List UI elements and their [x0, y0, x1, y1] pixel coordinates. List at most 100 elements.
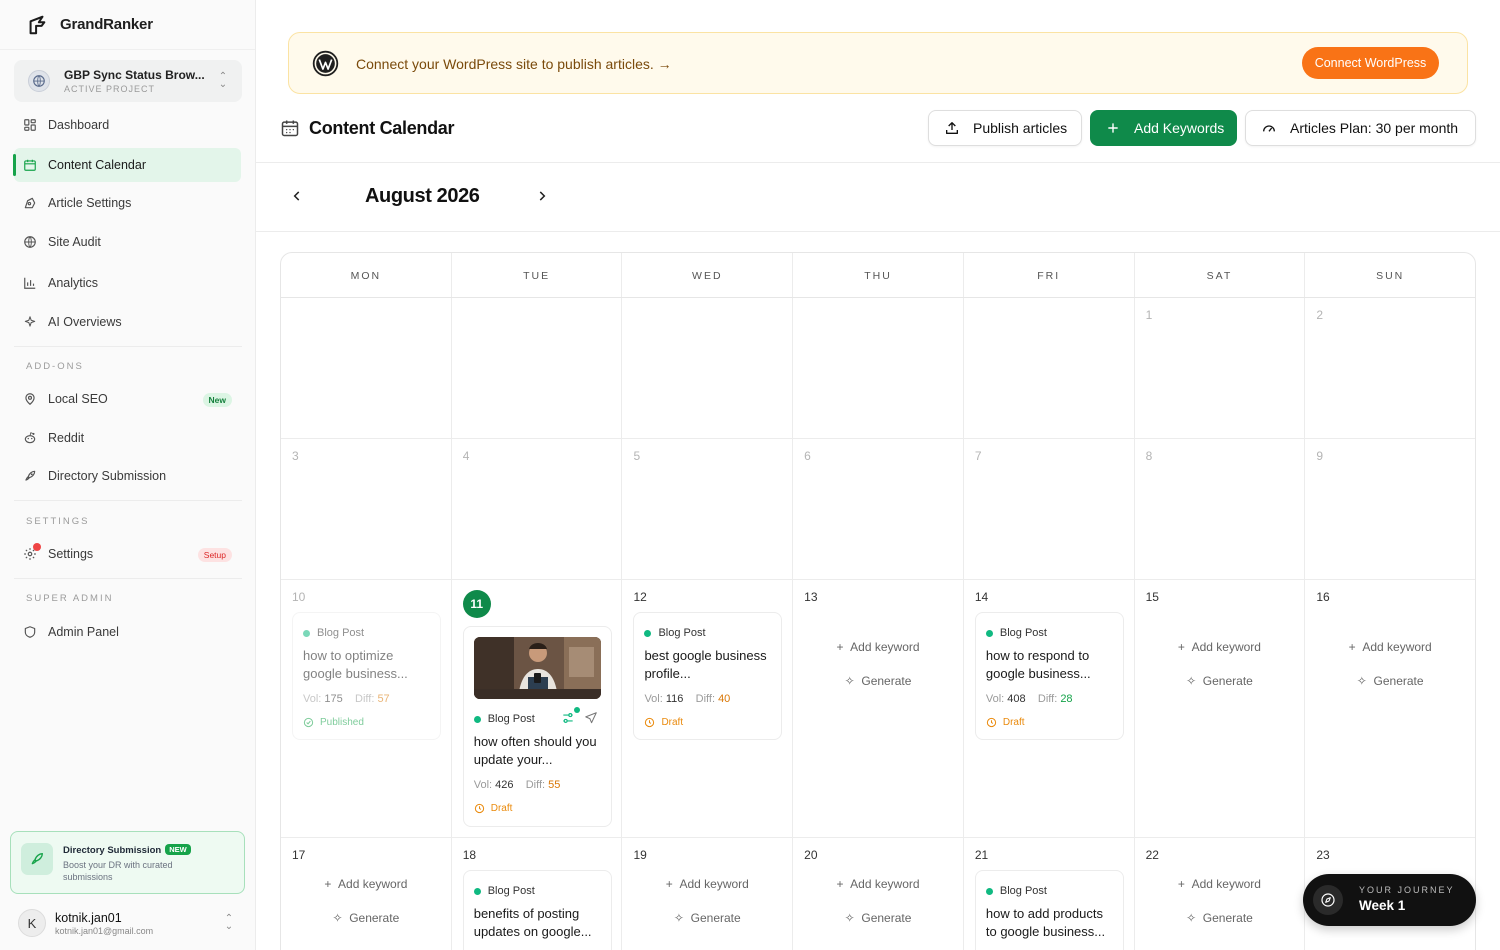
status-label: Published — [320, 717, 364, 728]
calendar-icon — [22, 157, 38, 173]
calendar-day[interactable]: 7 — [964, 439, 1135, 579]
diff-value: 57 — [377, 693, 390, 705]
post-card[interactable]: Blog Post how often should you update yo… — [462, 626, 612, 827]
publish-articles-button[interactable]: Publish articles — [928, 110, 1082, 146]
sparkle-icon: ✧ — [1186, 674, 1197, 688]
day-number: 20 — [804, 848, 818, 862]
sidebar-item-admin-panel[interactable]: Admin Panel — [14, 615, 241, 649]
promo-description: Boost your DR with curated submissions — [63, 860, 173, 882]
post-type: Blog Post — [473, 713, 535, 725]
promo-card-directory-submission[interactable]: Directory Submission NEW Boost your DR wi… — [10, 831, 245, 894]
post-thumbnail — [473, 637, 601, 699]
project-switcher[interactable]: GBP Sync Status Brow... ACTIVE PROJECT ⌃… — [14, 60, 242, 102]
sidebar-item-directory-submission[interactable]: Directory Submission — [14, 459, 241, 493]
sidebar-item-content-calendar[interactable]: Content Calendar — [13, 148, 241, 182]
calendar-day[interactable]: 1 — [1135, 298, 1306, 438]
add-keyword-button[interactable]: + Add keyword — [622, 877, 792, 891]
day-number: 13 — [804, 590, 818, 604]
calendar-day[interactable]: 8 — [1135, 439, 1306, 579]
post-stats: Vol: 426 Diff: 55 — [474, 779, 561, 791]
journey-widget[interactable]: YOUR JOURNEY Week 1 — [1303, 874, 1476, 926]
post-title: how to add products to google business..… — [985, 906, 1106, 939]
journey-label: YOUR JOURNEY — [1359, 885, 1455, 895]
post-card[interactable]: Blog Post how to respond to google busin… — [974, 612, 1124, 740]
post-type-label: Blog Post — [317, 627, 365, 639]
calendar-day[interactable]: 6 — [793, 439, 964, 579]
brand[interactable]: GrandRanker — [0, 0, 255, 50]
sidebar-item-ai-overviews[interactable]: AI Overviews — [14, 305, 241, 339]
post-card[interactable]: Blog Post how to optimize google busines… — [292, 612, 441, 740]
articles-plan-button[interactable]: Articles Plan: 30 per month — [1245, 110, 1476, 146]
add-keyword-label: Add keyword — [850, 640, 920, 654]
calendar-day[interactable]: 2 — [1305, 298, 1475, 438]
status-label: Draft — [661, 717, 684, 728]
sidebar-item-article-settings[interactable]: Article Settings — [14, 186, 241, 220]
generate-button[interactable]: ✧ Generate — [793, 674, 963, 688]
user-menu[interactable]: K kotnik.jan01 kotnik.jan01@gmail.com ⌃ ⌄ — [18, 906, 246, 940]
calendar-day[interactable]: 10 Blog Post how to optimize google busi… — [281, 580, 452, 837]
prev-month-button[interactable] — [290, 188, 306, 206]
weekday-header: MON TUE WED THU FRI SAT SUN — [281, 253, 1475, 298]
next-month-button[interactable] — [535, 188, 551, 206]
generate-button[interactable]: ✧ Generate — [281, 911, 451, 925]
calendar-day[interactable]: 21 Blog Post how to add products to goog… — [964, 838, 1135, 950]
post-type: Blog Post — [473, 885, 535, 897]
sidebar-item-settings[interactable]: Settings Setup — [14, 537, 241, 571]
sidebar-item-local-seo[interactable]: Local SEO New — [14, 382, 241, 416]
calendar-day[interactable]: 9 — [1305, 439, 1475, 579]
calendar-day[interactable]: 14 Blog Post how to respond to google bu… — [964, 580, 1135, 837]
calendar-day[interactable]: 22 + Add keyword ✧ Generate — [1135, 838, 1306, 950]
diff-label: Diff: — [525, 779, 546, 791]
generate-label: Generate — [1373, 674, 1424, 688]
add-keyword-button[interactable]: + Add keyword — [793, 640, 963, 654]
post-card[interactable]: Blog Post best google business profile..… — [633, 612, 783, 740]
calendar-day[interactable]: 12 Blog Post best google business profil… — [622, 580, 794, 837]
journey-value: Week 1 — [1359, 898, 1406, 913]
sidebar-item-analytics[interactable]: Analytics — [14, 266, 241, 300]
divider — [256, 162, 1500, 163]
calendar-day[interactable]: 3 — [281, 439, 452, 579]
add-keyword-button[interactable]: + Add keyword — [1135, 640, 1305, 654]
calendar-day[interactable]: 17 + Add keyword ✧ Generate — [281, 838, 452, 950]
add-keyword-button[interactable]: + Add keyword — [1135, 877, 1305, 891]
add-keyword-button[interactable]: + Add keyword — [1305, 640, 1475, 654]
connect-wordpress-button[interactable]: Connect WordPress — [1302, 47, 1439, 79]
publish-articles-label: Publish articles — [973, 120, 1068, 136]
send-icon[interactable] — [584, 711, 598, 725]
calendar-day-today[interactable]: 11 Blog Post how often should you update… — [452, 580, 623, 837]
add-keyword-button[interactable]: + Add keyword — [793, 877, 963, 891]
sparkle-icon: ✧ — [844, 674, 855, 688]
generate-button[interactable]: ✧ Generate — [1305, 674, 1475, 688]
generate-button[interactable]: ✧ Generate — [1135, 674, 1305, 688]
calendar-day[interactable]: 15 + Add keyword ✧ Generate — [1135, 580, 1306, 837]
generate-button[interactable]: ✧ Generate — [793, 911, 963, 925]
add-keyword-button[interactable]: + Add keyword — [281, 877, 451, 891]
calendar-day[interactable]: 18 Blog Post benefits of posting updates… — [452, 838, 623, 950]
add-keywords-button[interactable]: Add Keywords — [1090, 110, 1237, 146]
banner-text[interactable]: Connect your WordPress site to publish a… — [356, 56, 672, 72]
post-card[interactable]: Blog Post benefits of posting updates on… — [462, 870, 612, 950]
sidebar-item-label: Analytics — [48, 276, 99, 290]
calendar-day-empty — [452, 298, 623, 438]
sliders-icon[interactable] — [561, 711, 575, 725]
diff-label: Diff: — [1037, 693, 1058, 705]
generate-button[interactable]: ✧ Generate — [622, 911, 792, 925]
calendar-day[interactable]: 13 + Add keyword ✧ Generate — [793, 580, 964, 837]
sidebar-item-site-audit[interactable]: Site Audit — [14, 225, 241, 259]
calendar-day[interactable]: 4 — [452, 439, 623, 579]
day-number: 2 — [1316, 308, 1323, 322]
post-card[interactable]: Blog Post how to add products to google … — [974, 870, 1124, 950]
gauge-icon — [1260, 119, 1278, 137]
day-number: 16 — [1316, 590, 1330, 604]
globe-icon — [22, 234, 38, 250]
sidebar-item-reddit[interactable]: Reddit — [14, 421, 241, 455]
calendar-day[interactable]: 5 — [622, 439, 794, 579]
divider — [14, 346, 242, 347]
generate-button[interactable]: ✧ Generate — [1135, 911, 1305, 925]
calendar-day[interactable]: 19 + Add keyword ✧ Generate — [622, 838, 794, 950]
vol-label: Vol: — [985, 693, 1005, 705]
add-keyword-label: Add keyword — [1191, 640, 1261, 654]
calendar-day[interactable]: 20 + Add keyword ✧ Generate — [793, 838, 964, 950]
sidebar-item-dashboard[interactable]: Dashboard — [14, 108, 241, 142]
calendar-day[interactable]: 16 + Add keyword ✧ Generate — [1305, 580, 1475, 837]
